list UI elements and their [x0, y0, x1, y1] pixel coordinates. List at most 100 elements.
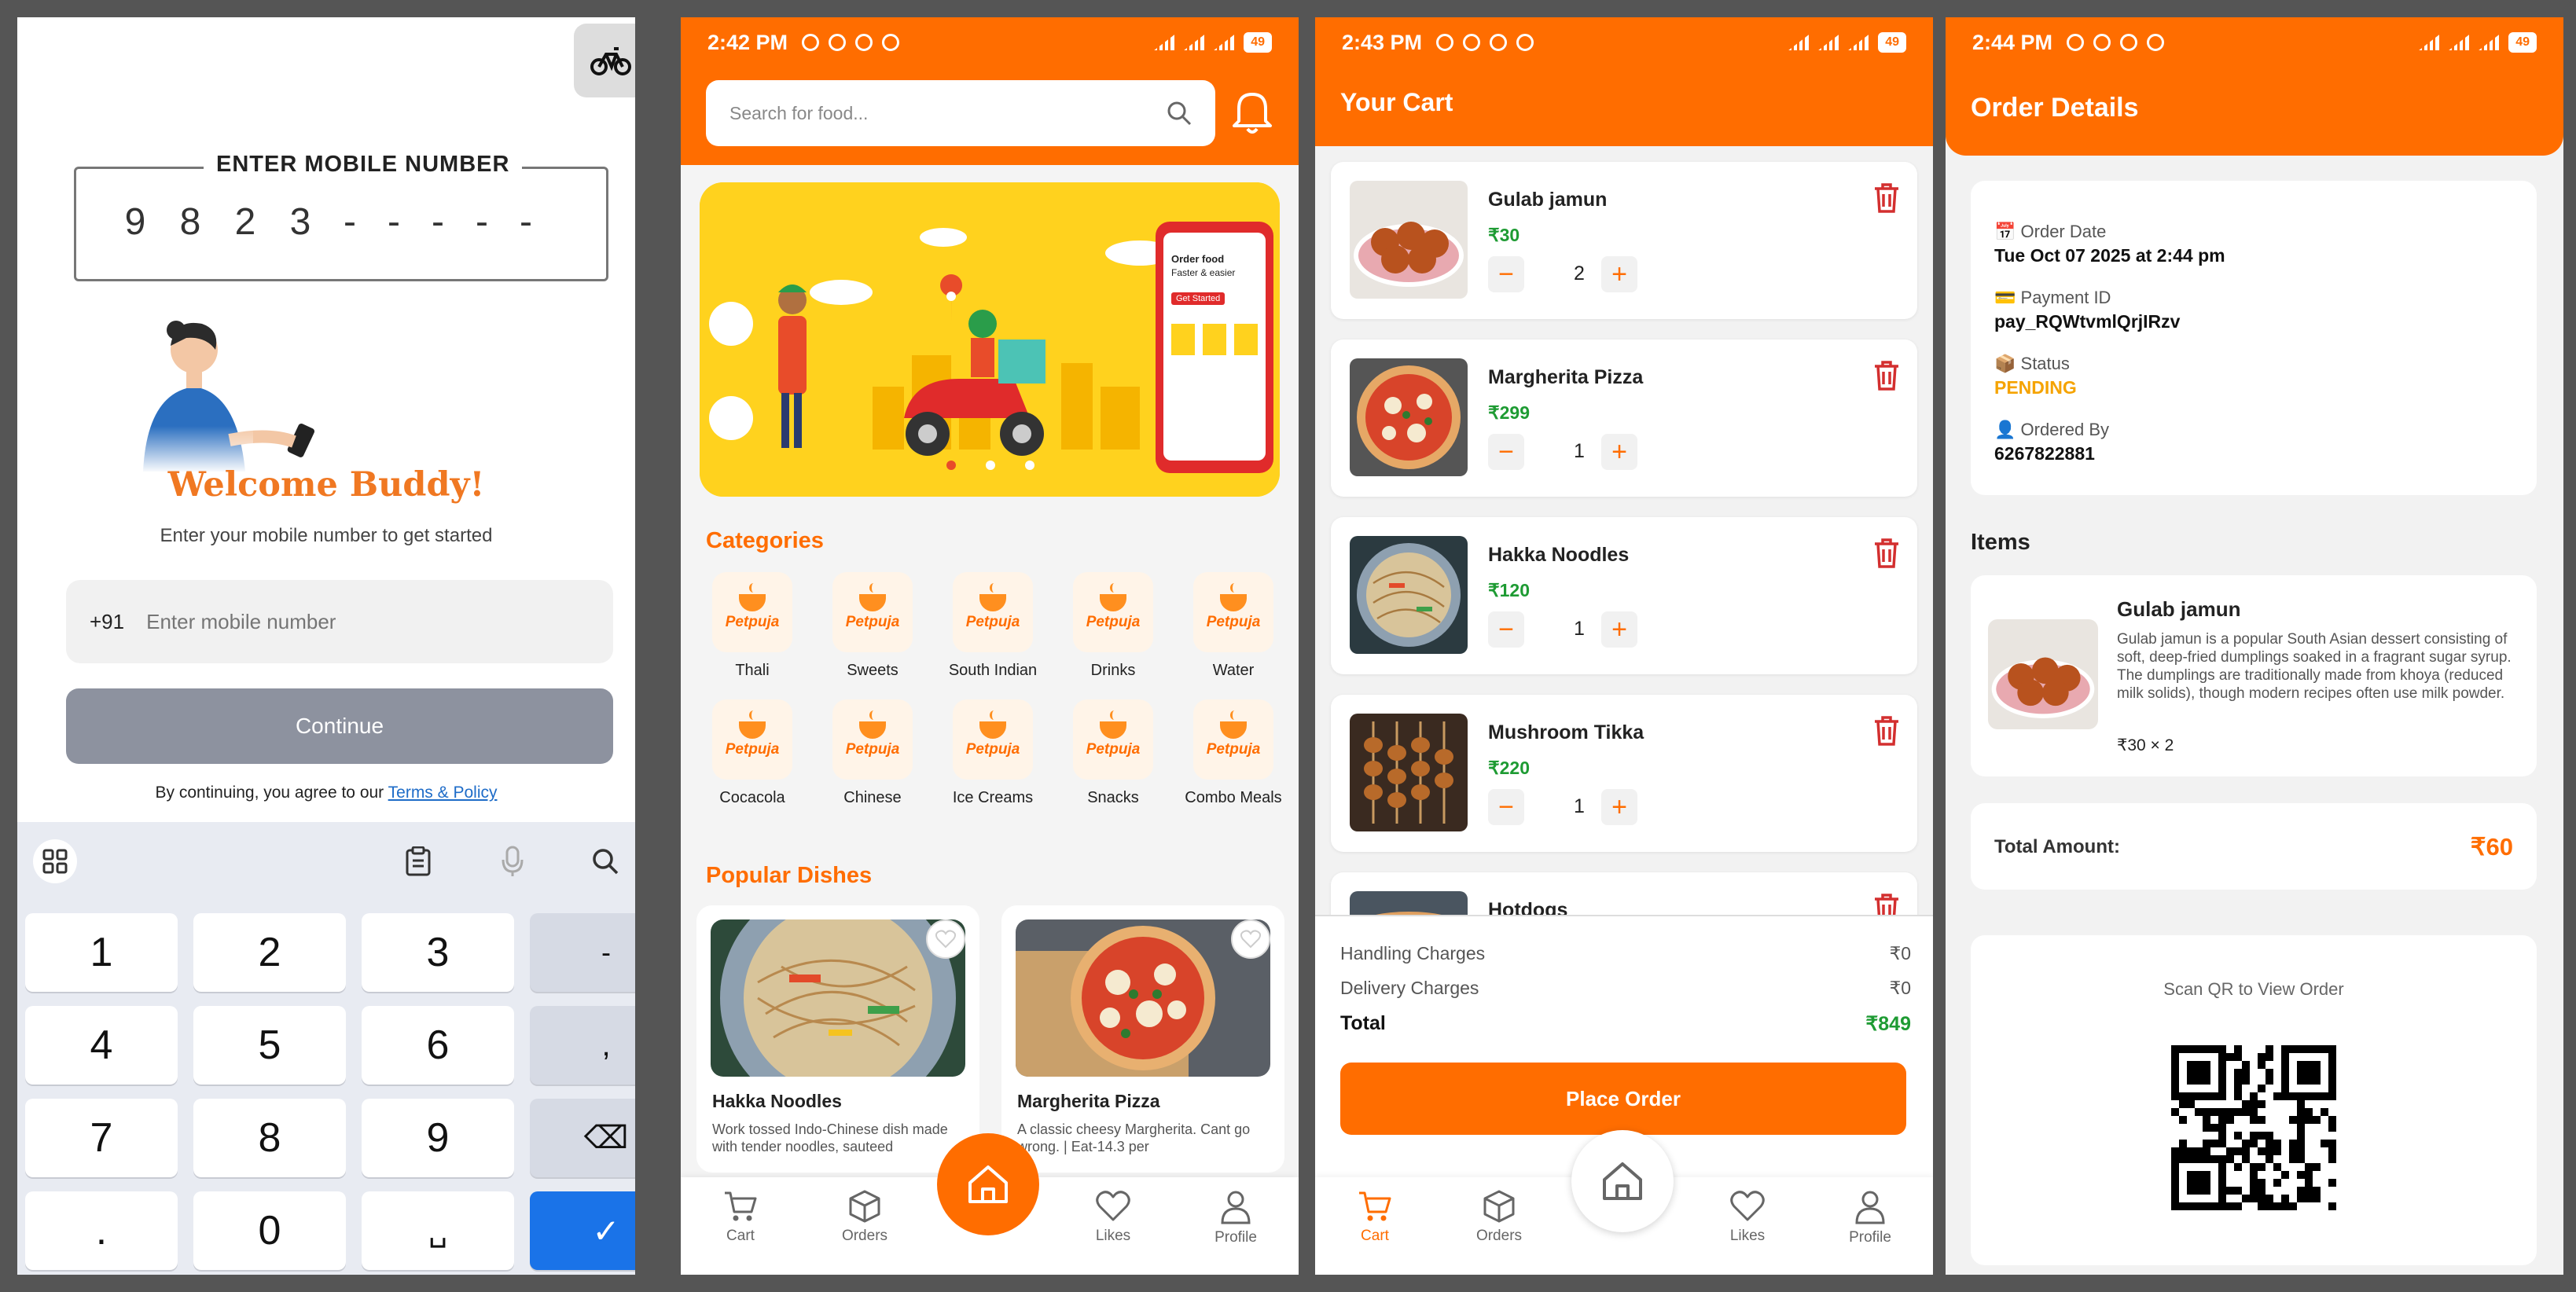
keyboard-apps-button[interactable]: [22, 822, 88, 901]
dish-name: Hakka Noodles: [712, 1091, 842, 1111]
gulab-jamun-image: [1988, 619, 2098, 729]
key-3[interactable]: 3: [362, 913, 514, 992]
noodles-image: [1350, 536, 1468, 654]
payment-id: pay_RQWtvmlQrjIRzv: [1994, 311, 2181, 332]
handling-charges-row: Handling Charges ₹0: [1340, 943, 1911, 963]
profile-icon: [1855, 1191, 1885, 1224]
category-label: Sweets: [847, 662, 898, 679]
like-button[interactable]: [926, 919, 965, 959]
category-south-indian[interactable]: Petpuja South Indian: [934, 572, 1052, 680]
key-space[interactable]: ␣: [362, 1191, 514, 1270]
pizza-image: [1350, 358, 1468, 476]
nav-likes[interactable]: Likes: [1066, 1190, 1160, 1245]
otp-digit: -: [388, 201, 400, 243]
item-description: Gulab jamun is a popular South Asian des…: [2117, 631, 2512, 702]
voice-input-button[interactable]: [489, 822, 536, 901]
category-combo-meals[interactable]: Petpuja Combo Meals: [1174, 699, 1292, 807]
decrease-qty-button[interactable]: −: [1488, 256, 1524, 292]
delete-item-button[interactable]: [1873, 715, 1900, 751]
notifications-button[interactable]: [1231, 88, 1273, 139]
category-drinks[interactable]: Petpuja Drinks: [1054, 572, 1172, 680]
category-thali[interactable]: Petpuja Thali: [693, 572, 811, 680]
clipboard-button[interactable]: [395, 822, 442, 901]
terms-policy-link[interactable]: Terms & Policy: [388, 784, 498, 802]
category-label: Combo Meals: [1185, 789, 1282, 806]
nav-orders[interactable]: Orders: [818, 1190, 912, 1245]
key-0[interactable]: 0: [193, 1191, 346, 1270]
mobile-number-input[interactable]: [146, 609, 540, 634]
banner-get-started[interactable]: Get Started: [1171, 292, 1226, 305]
nav-profile[interactable]: Profile: [1189, 1190, 1283, 1246]
terms-text: By continuing, you agree to our Terms & …: [155, 784, 498, 802]
key-backspace[interactable]: ⌫: [530, 1099, 635, 1177]
category-label: Chinese: [843, 789, 902, 806]
nav-likes[interactable]: Likes: [1700, 1190, 1795, 1245]
cart-item: Hakka Noodles ₹120 − 1 +: [1331, 517, 1917, 674]
increase-qty-button[interactable]: +: [1601, 789, 1637, 825]
promo-banner[interactable]: Order food Faster & easier Get Started: [700, 182, 1280, 497]
home-button[interactable]: [1571, 1130, 1674, 1232]
decrease-qty-button[interactable]: −: [1488, 789, 1524, 825]
category-label: Drinks: [1090, 662, 1136, 679]
trash-icon: [1875, 361, 1898, 391]
otp-digit: 3: [289, 201, 311, 243]
category-snacks[interactable]: Petpuja Snacks: [1054, 699, 1172, 807]
like-button[interactable]: [1231, 919, 1270, 959]
nav-cart[interactable]: Cart: [693, 1190, 788, 1245]
otp-digit: -: [476, 201, 488, 243]
food-search-field[interactable]: Search for food...: [706, 80, 1215, 146]
cart-screen: 2:43 PM 49 Your Cart Gulab jamun ₹30 − 2…: [1315, 17, 1933, 1275]
home-icon: [1603, 1162, 1642, 1200]
petpuja-logo: Petpuja: [1073, 572, 1153, 652]
delete-item-button[interactable]: [1873, 360, 1900, 395]
dish-name: Margherita Pizza: [1017, 1091, 1160, 1111]
keyboard-search-button[interactable]: [582, 822, 629, 901]
delete-item-button[interactable]: [1873, 538, 1900, 573]
battery-icon: 49: [1878, 32, 1906, 53]
key-2[interactable]: 2: [193, 913, 346, 992]
key-9[interactable]: 9: [362, 1099, 514, 1177]
decrease-qty-button[interactable]: −: [1488, 434, 1524, 470]
search-placeholder: Search for food...: [729, 102, 869, 123]
place-order-button[interactable]: Place Order: [1340, 1063, 1906, 1135]
key-8[interactable]: 8: [193, 1099, 346, 1177]
key-done[interactable]: ✓: [530, 1191, 635, 1270]
search-icon: [593, 849, 619, 875]
key-7[interactable]: 7: [25, 1099, 178, 1177]
key-1[interactable]: 1: [25, 913, 178, 992]
increase-qty-button[interactable]: +: [1601, 611, 1637, 648]
nav-cart[interactable]: Cart: [1328, 1190, 1422, 1245]
category-water[interactable]: Petpuja Water: [1174, 572, 1292, 680]
delete-item-button[interactable]: [1873, 182, 1900, 218]
increase-qty-button[interactable]: +: [1601, 256, 1637, 292]
otp-digit: -: [344, 201, 356, 243]
dish-card[interactable]: Margherita Pizza A classic cheesy Marghe…: [1001, 905, 1284, 1173]
key-period[interactable]: .: [25, 1191, 178, 1270]
increase-qty-button[interactable]: +: [1601, 434, 1637, 470]
otp-digit: 9: [124, 201, 146, 243]
mobile-number-field[interactable]: +91: [66, 580, 613, 663]
delivery-mode-button[interactable]: [574, 24, 635, 97]
key-4[interactable]: 4: [25, 1006, 178, 1085]
key-comma[interactable]: ,: [530, 1006, 635, 1085]
category-sweets[interactable]: Petpuja Sweets: [814, 572, 932, 680]
category-ice-creams[interactable]: Petpuja Ice Creams: [934, 699, 1052, 807]
order-qr-code[interactable]: [2171, 1045, 2336, 1210]
home-button[interactable]: [937, 1133, 1039, 1235]
payment-id-label: 💳 Payment ID: [1994, 288, 2111, 307]
decrease-qty-button[interactable]: −: [1488, 611, 1524, 648]
qr-card: Scan QR to View Order: [1971, 935, 2537, 1265]
dish-card[interactable]: Hakka Noodles Work tossed Indo-Chinese d…: [696, 905, 979, 1173]
item-name: Gulab jamun: [1488, 189, 1608, 211]
item-name: Mushroom Tikka: [1488, 721, 1644, 743]
key-minus[interactable]: -: [530, 913, 635, 992]
category-chinese[interactable]: Petpuja Chinese: [814, 699, 932, 807]
banner-subheading: Faster & easier: [1171, 267, 1236, 278]
nav-orders[interactable]: Orders: [1452, 1190, 1546, 1245]
category-cocacola[interactable]: Petpuja Cocacola: [693, 699, 811, 807]
key-6[interactable]: 6: [362, 1006, 514, 1085]
nav-profile[interactable]: Profile: [1823, 1190, 1917, 1246]
continue-button[interactable]: Continue: [66, 688, 613, 764]
key-5[interactable]: 5: [193, 1006, 346, 1085]
item-name: Gulab jamun: [2117, 597, 2241, 621]
